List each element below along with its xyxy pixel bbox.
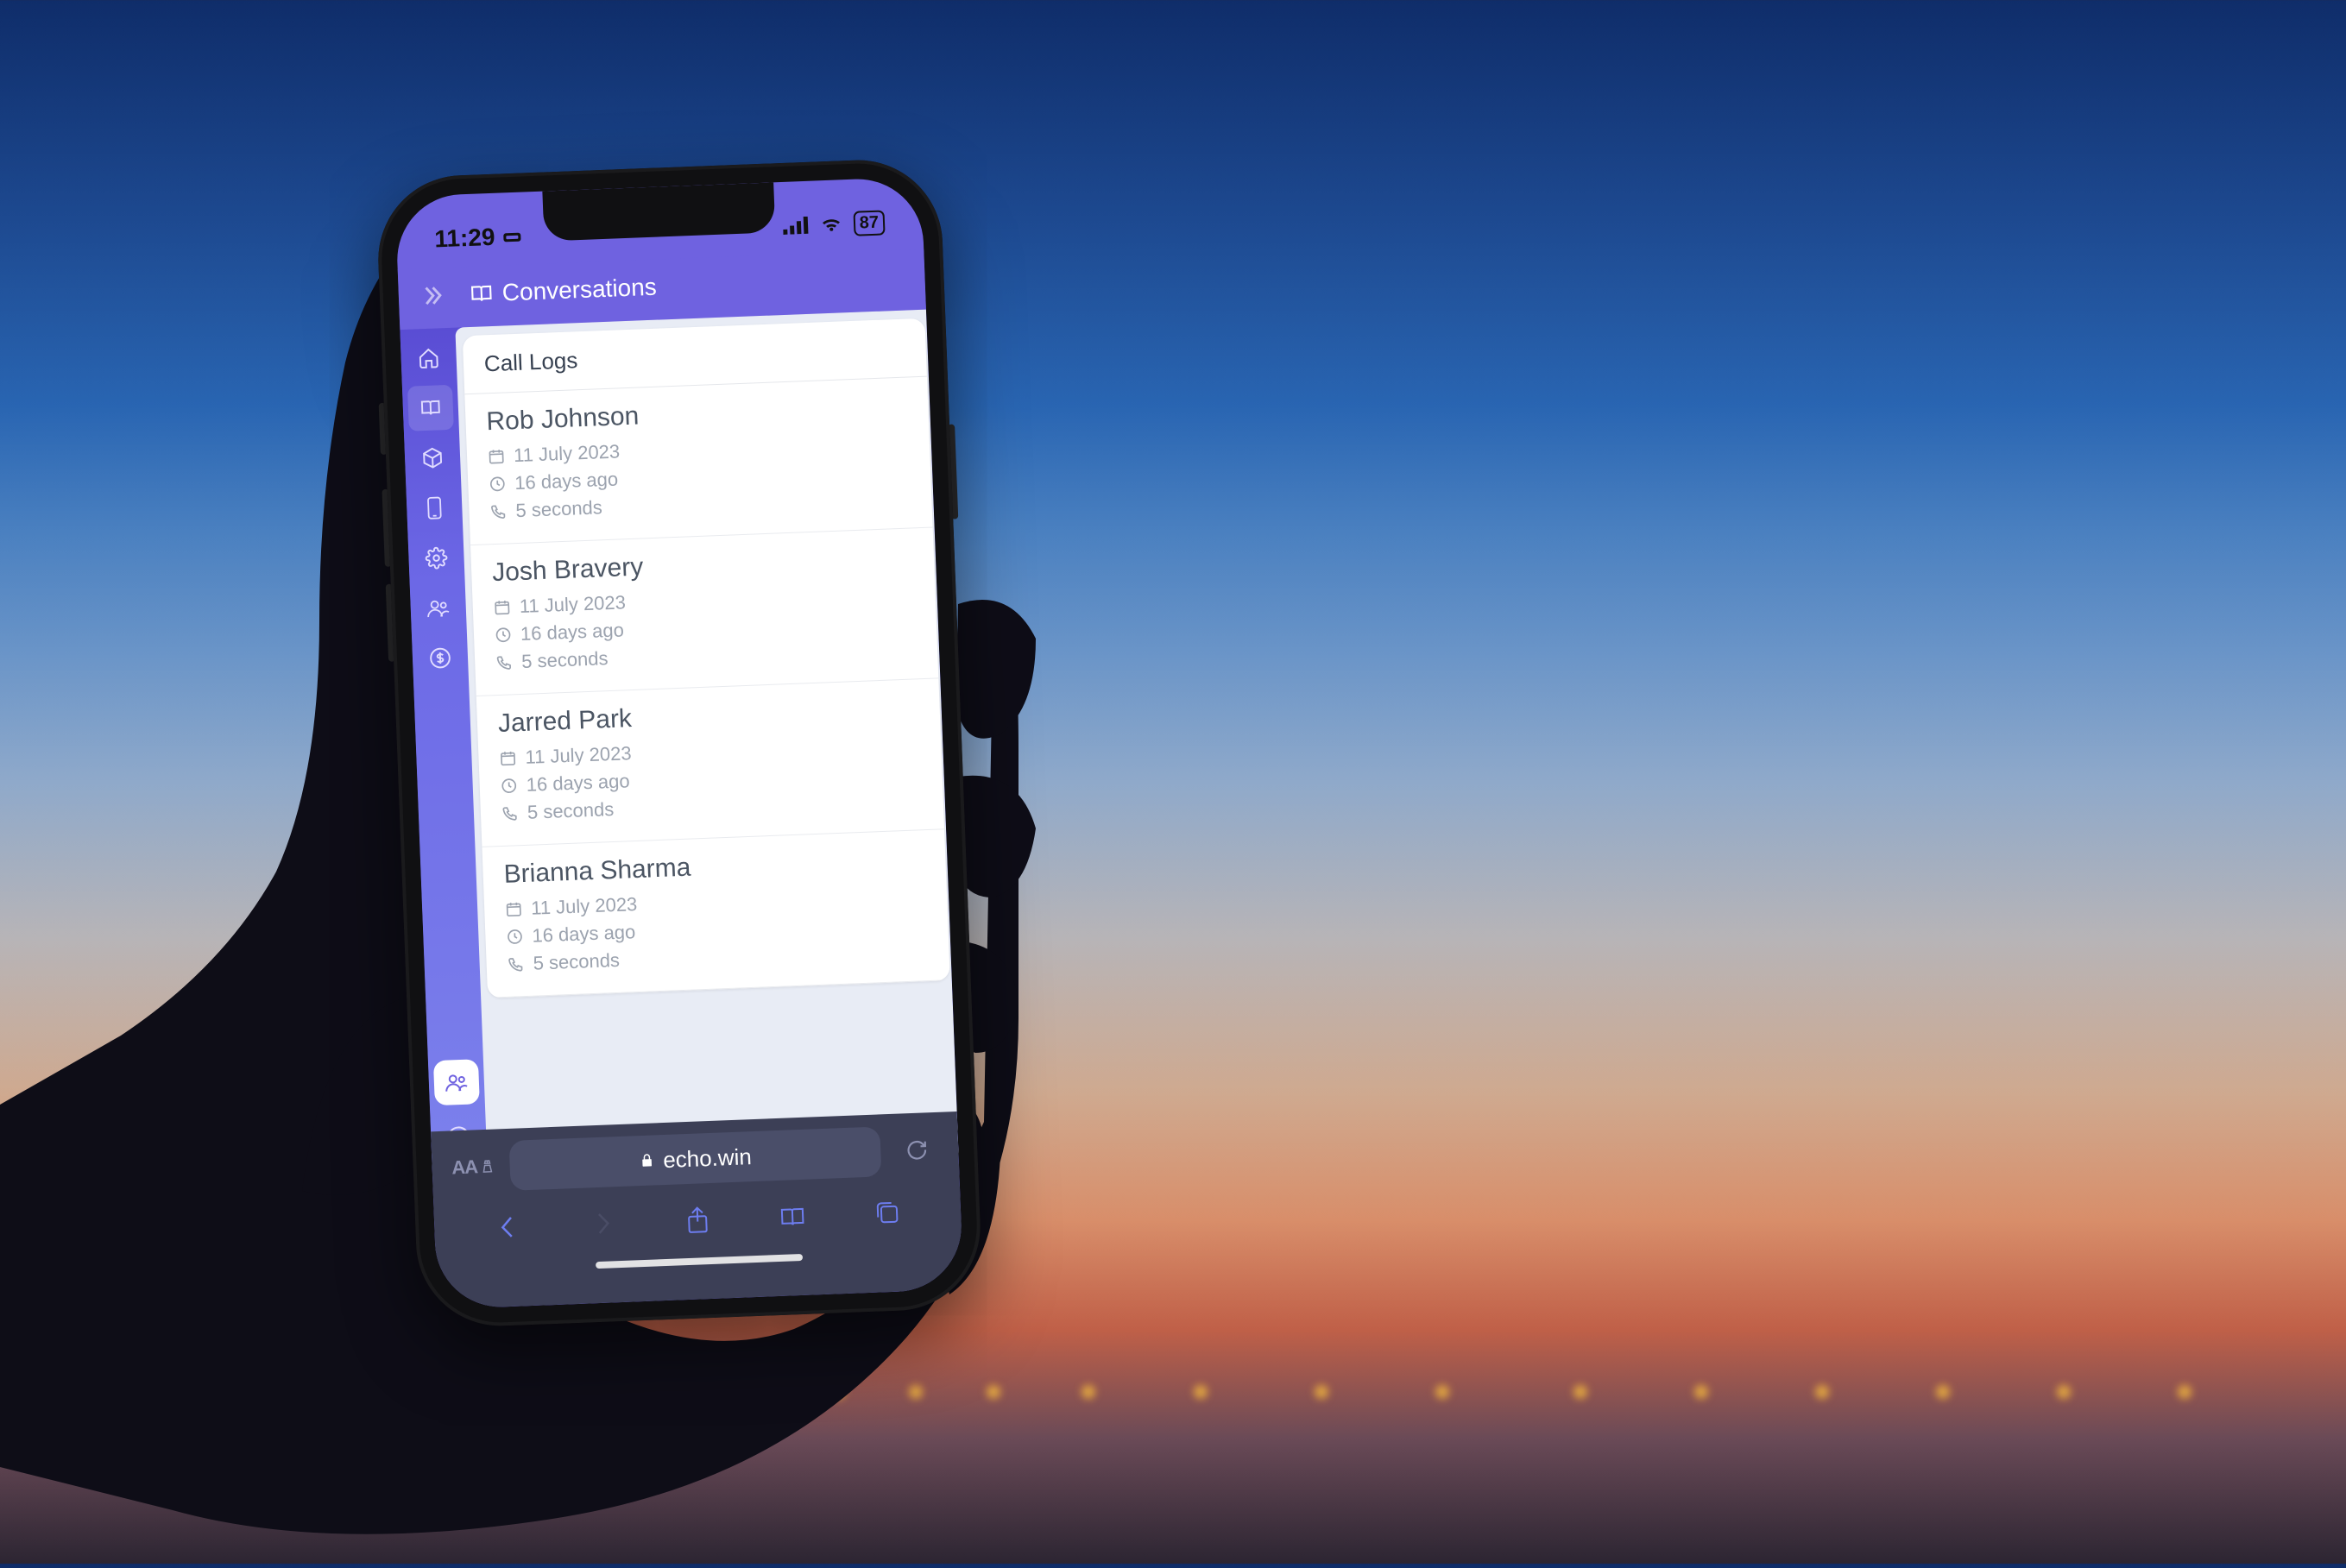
call-log-date: 11 July 2023 <box>531 893 638 920</box>
clock-icon <box>495 626 513 644</box>
back-button[interactable] <box>479 1206 536 1249</box>
call-log-ago: 16 days ago <box>526 770 630 797</box>
call-log-duration: 5 seconds <box>527 798 614 824</box>
nav-package[interactable] <box>409 435 456 482</box>
calendar-icon <box>488 448 506 466</box>
call-log-row[interactable]: Brianna Sharma 11 July 2023 16 days ago … <box>482 829 949 998</box>
call-log-name: Jarred Park <box>497 693 919 739</box>
lock-icon <box>639 1152 655 1168</box>
call-log-name: Josh Bravery <box>492 542 914 588</box>
bokeh-lights <box>0 1382 2346 1443</box>
share-button[interactable] <box>669 1198 726 1241</box>
phone-icon <box>507 955 525 973</box>
call-log-duration: 5 seconds <box>521 647 609 673</box>
call-log-name: Rob Johnson <box>486 392 908 438</box>
phone-icon <box>489 502 508 520</box>
book-open-icon <box>469 281 494 306</box>
clock-icon <box>500 777 518 795</box>
call-log-row[interactable]: Jarred Park 11 July 2023 16 days ago 5 s… <box>476 678 944 847</box>
call-log-date: 11 July 2023 <box>514 440 621 467</box>
url-text: echo.win <box>663 1143 753 1174</box>
clock-icon <box>489 475 507 493</box>
home-indicator[interactable] <box>596 1254 803 1269</box>
clock-icon <box>506 928 524 946</box>
call-log-date: 11 July 2023 <box>519 591 626 618</box>
header-title: Conversations <box>501 274 657 307</box>
content-area: Call Logs Rob Johnson 11 July 2023 16 da… <box>455 310 958 1173</box>
calendar-icon <box>499 749 517 767</box>
tabs-button[interactable] <box>859 1191 916 1234</box>
calendar-icon <box>505 900 523 918</box>
safari-toolbar: AA echo.win <box>431 1111 963 1309</box>
signal-icon <box>782 217 809 235</box>
forward-button[interactable] <box>574 1202 631 1245</box>
bookmarks-button[interactable] <box>764 1194 821 1237</box>
expand-sidebar-button[interactable] <box>419 278 455 314</box>
call-log-row[interactable]: Rob Johnson 11 July 2023 16 days ago 5 s… <box>464 377 932 545</box>
battery-badge: 87 <box>853 210 885 236</box>
call-log-duration: 5 seconds <box>533 949 620 975</box>
call-logs-card: Call Logs Rob Johnson 11 July 2023 16 da… <box>463 318 950 998</box>
phone-notch <box>542 182 775 241</box>
call-log-name: Brianna Sharma <box>503 844 925 890</box>
nav-settings[interactable] <box>413 535 460 582</box>
nav-conversations[interactable] <box>407 385 454 431</box>
status-time: 11:29 <box>434 224 495 254</box>
call-log-row[interactable]: Josh Bravery 11 July 2023 16 days ago 5 … <box>470 528 938 696</box>
dnd-icon <box>501 228 523 246</box>
wifi-icon <box>818 215 843 233</box>
phone-icon <box>501 804 520 822</box>
nav-users-active[interactable] <box>433 1059 480 1105</box>
nav-contacts[interactable] <box>415 585 462 632</box>
phone-icon <box>495 653 514 671</box>
nav-home[interactable] <box>406 335 452 381</box>
call-log-date: 11 July 2023 <box>525 742 632 769</box>
phone-mockup: 11:29 87 Conversations <box>375 157 984 1329</box>
call-log-ago: 16 days ago <box>514 469 619 495</box>
reader-aa-button[interactable]: AA <box>451 1144 497 1191</box>
calendar-icon <box>493 598 511 616</box>
nav-billing[interactable] <box>417 635 464 682</box>
nav-phone[interactable] <box>411 485 457 532</box>
call-log-duration: 5 seconds <box>515 496 602 522</box>
call-log-ago: 16 days ago <box>532 921 636 948</box>
reload-button[interactable] <box>893 1127 940 1174</box>
call-log-ago: 16 days ago <box>520 619 625 645</box>
